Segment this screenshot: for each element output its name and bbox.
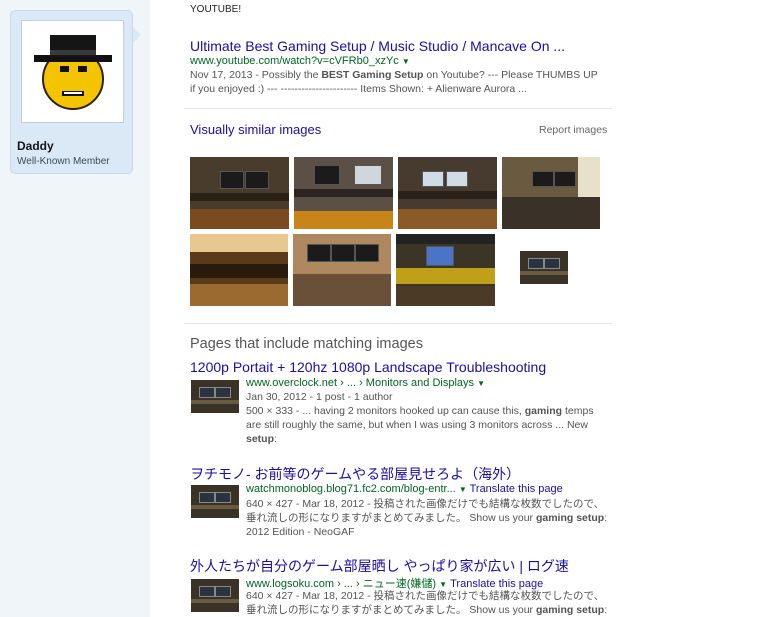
- page-result-meta: 640 × 427 - Mar 18, 2012 - 投稿された画像だけでも結構…: [246, 590, 605, 602]
- page-result-title[interactable]: 外人たちが自分のゲーム部屋晒し やっぱり家が広い | ログ速: [190, 556, 569, 576]
- clipped-snippet: YOUTUBE!: [190, 4, 242, 15]
- page-result-thumb[interactable]: [191, 380, 239, 413]
- smiley-fedora-avatar: [34, 35, 112, 110]
- result-url-youtube[interactable]: www.youtube.com/watch?v=cVFRb0_xzYc ▼: [190, 55, 410, 67]
- page-result-url-text: watchmonoblog.blog71.fc2.com/blog-entr..…: [246, 483, 456, 495]
- snippet-text: temps: [562, 405, 594, 417]
- similar-image-thumb[interactable]: [294, 157, 393, 229]
- snippet-text: :: [604, 604, 608, 616]
- snippet-text: :: [604, 512, 608, 524]
- snippet-text: are still roughly the same, but when I w…: [246, 419, 588, 431]
- similar-image-thumb[interactable]: [293, 234, 391, 306]
- search-results-screenshot: YOUTUBE! Ultimate Best Gaming Setup / Mu…: [150, 0, 759, 617]
- forum-user-panel: Daddy Well-Known Member: [10, 10, 141, 174]
- page-result-meta: Jan 30, 2012 - 1 post - 1 author: [246, 391, 393, 403]
- similar-image-thumb[interactable]: [502, 157, 600, 229]
- page-result-snippet: 640 × 427 - Mar 18, 2012 - 投稿された画像だけでも結構…: [246, 497, 626, 539]
- snippet-bold: setup: [246, 433, 275, 445]
- visually-similar-title[interactable]: Visually similar images: [190, 122, 321, 137]
- page-result-snippet: 640 × 427 - Mar 18, 2012 - 投稿された画像だけでも結構…: [246, 589, 626, 617]
- similar-image-thumb[interactable]: [520, 251, 568, 284]
- dropdown-caret-icon[interactable]: ▼: [477, 379, 485, 388]
- user-title: Well-Known Member: [17, 156, 110, 167]
- report-images-link[interactable]: Report images: [539, 124, 607, 136]
- page-result-title[interactable]: ヲチモノ- お前等のゲームやる部屋見せろよ（海外）: [190, 464, 520, 484]
- page-result-meta: 640 × 427 - Mar 18, 2012 - 投稿された画像だけでも結構…: [246, 498, 605, 510]
- page-result-snippet: Jan 30, 2012 - 1 post - 1 author 500 × 3…: [246, 390, 606, 446]
- page-result-url[interactable]: watchmonoblog.blog71.fc2.com/blog-entr..…: [246, 483, 563, 495]
- result-title-youtube[interactable]: Ultimate Best Gaming Setup / Music Studi…: [190, 38, 565, 54]
- result-url-text: www.youtube.com/watch?v=cVFRb0_xzYc: [190, 55, 399, 67]
- page-result-url[interactable]: www.overclock.net › ... › Monitors and D…: [246, 377, 485, 389]
- snippet-bold: gaming: [524, 405, 563, 417]
- snippet-bold: BEST Gaming Setup: [321, 69, 424, 81]
- user-name[interactable]: Daddy: [17, 139, 54, 153]
- avatar[interactable]: [21, 20, 124, 123]
- divider: [184, 323, 612, 324]
- similar-image-thumb[interactable]: [396, 234, 495, 306]
- similar-image-thumb[interactable]: [190, 234, 288, 306]
- pages-matching-title: Pages that include matching images: [190, 336, 423, 352]
- snippet-text: 2012 Edition - NeoGAF: [246, 526, 355, 538]
- snippet-text: - Possibly the: [252, 69, 322, 81]
- panel-notch: [133, 27, 141, 43]
- dropdown-caret-icon[interactable]: ▼: [402, 57, 410, 66]
- snippet-text: if you enjoyed :) --- ------------------…: [190, 83, 527, 95]
- translate-link[interactable]: Translate this page: [470, 483, 563, 495]
- page-result-thumb[interactable]: [191, 485, 239, 518]
- snippet-bold: gaming setup: [535, 512, 605, 524]
- snippet-text: 垂れ流しの形になりますがまとめてみました。 Show us your: [246, 512, 536, 524]
- dropdown-caret-icon[interactable]: ▼: [459, 485, 467, 494]
- divider: [184, 108, 612, 109]
- similar-image-thumb[interactable]: [190, 157, 289, 229]
- page-result-title[interactable]: 1200p Portait + 120hz 1080p Landscape Tr…: [190, 359, 546, 375]
- page-result-url-text: www.overclock.net › ... › Monitors and D…: [246, 377, 475, 389]
- result-snippet-youtube: Nov 17, 2013 - Possibly the BEST Gaming …: [190, 68, 610, 96]
- page-result-thumb[interactable]: [191, 579, 239, 612]
- snippet-text: 500 × 333 - ... having 2 monitors hooked…: [246, 405, 525, 417]
- snippet-text: :: [274, 433, 277, 445]
- result-date: Nov 17, 2013: [190, 69, 253, 81]
- snippet-bold: gaming setup: [535, 604, 605, 616]
- snippet-text: on Youtube? --- Please THUMBS UP: [423, 69, 598, 81]
- similar-image-thumb[interactable]: [398, 157, 497, 229]
- dropdown-caret-icon[interactable]: ▼: [439, 580, 447, 589]
- snippet-text: 垂れ流しの形になりますがまとめてみました。 Show us your: [246, 604, 536, 616]
